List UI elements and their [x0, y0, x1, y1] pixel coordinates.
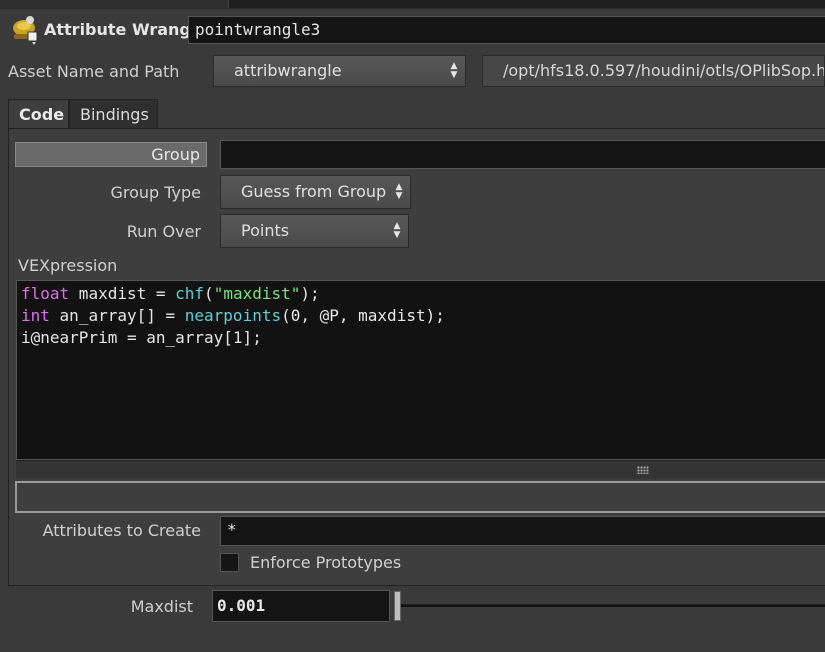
maxdist-input[interactable]: 0.001	[212, 590, 390, 622]
resize-grip-icon[interactable]	[637, 466, 649, 474]
run-over-combo[interactable]: Points ▲ ▼	[220, 214, 409, 248]
node-name-input[interactable]: pointwrangle3	[188, 16, 825, 44]
attributes-to-create-input[interactable]: *	[220, 516, 825, 546]
asset-path-field[interactable]: /opt/hfs18.0.597/houdini/otls/OPlibSop.h…	[482, 55, 825, 87]
message-field	[15, 481, 825, 513]
top-strip-field	[228, 0, 825, 8]
wrangle-node-icon[interactable]	[10, 14, 42, 46]
editor-resize-bar[interactable]	[16, 460, 825, 479]
asset-name-combo[interactable]: attribwrangle ▲ ▼	[213, 55, 466, 87]
group-type-label: Group Type	[110, 183, 201, 202]
tab-code[interactable]: Code	[8, 99, 69, 129]
up-down-arrows-icon: ▲ ▼	[395, 182, 403, 201]
vex-code-editor[interactable]: float maxdist = chf("maxdist"); int an_a…	[16, 280, 825, 460]
maxdist-slider-handle[interactable]	[394, 591, 401, 621]
top-strip	[0, 0, 825, 9]
asset-name-value: attribwrangle	[234, 61, 342, 80]
group-button[interactable]: Group	[15, 142, 207, 167]
up-down-arrows-icon: ▲ ▼	[450, 61, 458, 80]
code-line-2: int an_array[] = nearpoints(0, @P, maxdi…	[21, 306, 445, 325]
maxdist-slider-track[interactable]	[400, 604, 825, 607]
run-over-value: Points	[241, 221, 290, 240]
code-line-3: i@nearPrim = an_array[1];	[21, 328, 262, 347]
asset-name-label: Asset Name and Path	[8, 62, 180, 81]
up-down-arrows-icon: ▲ ▼	[393, 221, 401, 240]
vexpression-label: VEXpression	[18, 256, 118, 275]
enforce-prototypes-label: Enforce Prototypes	[250, 553, 402, 572]
enforce-prototypes-checkbox[interactable]	[220, 553, 239, 572]
attributes-to-create-label: Attributes to Create	[42, 521, 201, 540]
run-over-label: Run Over	[126, 222, 201, 241]
group-input[interactable]	[220, 140, 825, 169]
group-type-combo[interactable]: Guess from Group ▲ ▼	[220, 175, 411, 209]
maxdist-label: Maxdist	[130, 597, 193, 616]
code-line-1: float maxdist = chf("maxdist");	[21, 284, 320, 303]
tab-bindings[interactable]: Bindings	[69, 99, 158, 129]
group-type-value: Guess from Group	[241, 182, 387, 201]
node-type-label: Attribute Wrangle	[44, 20, 208, 39]
